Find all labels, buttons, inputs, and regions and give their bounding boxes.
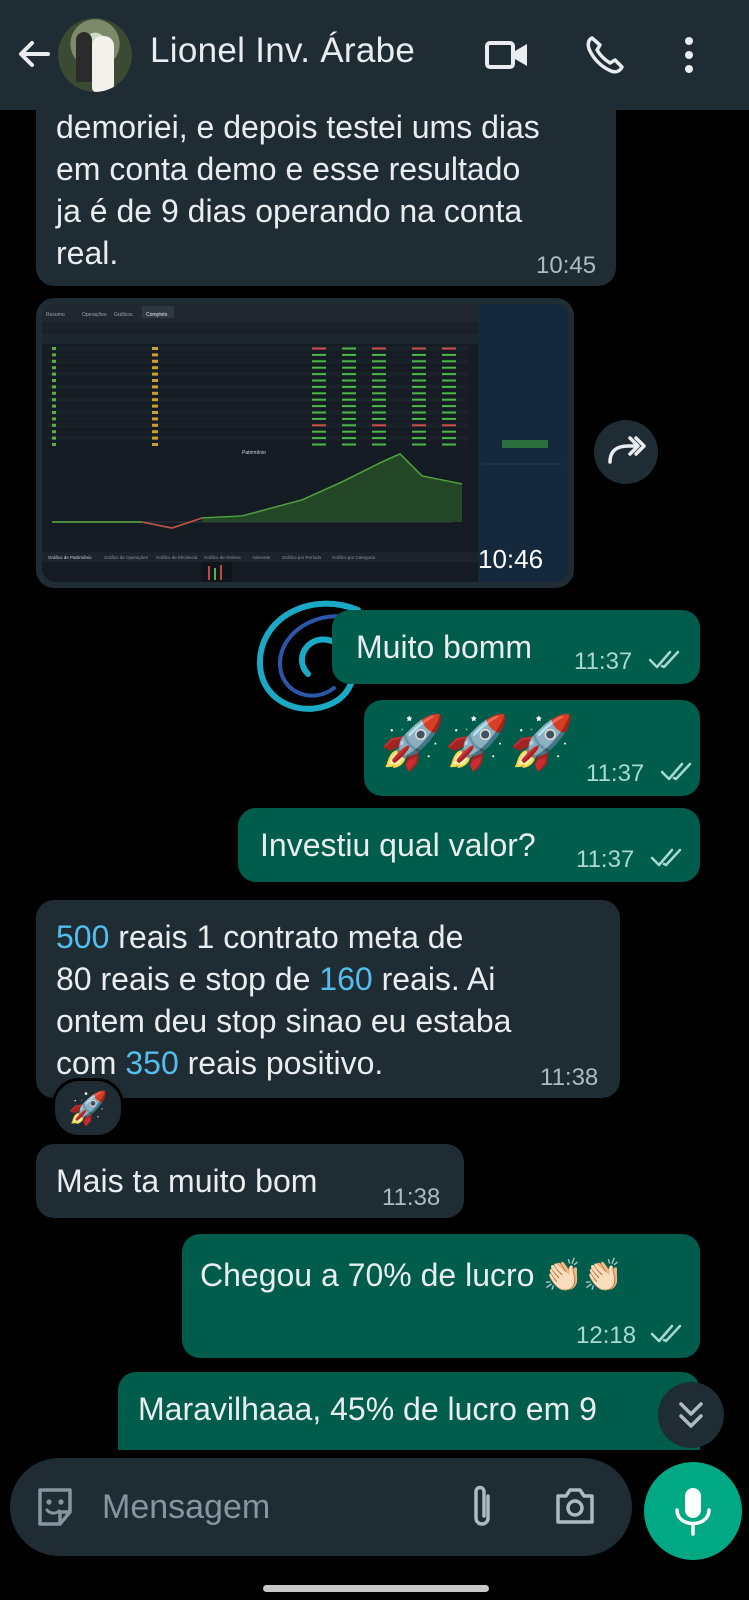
incoming-message[interactable]: demoriei, e depois testei ums dias em co… (36, 110, 616, 286)
chat-header: Lionel Inv. Árabe (0, 0, 749, 110)
message-line: com 350 reais positivo. (56, 1045, 384, 1081)
message-time: 12:18 (576, 1322, 637, 1349)
report-tab: Resumo (46, 312, 65, 318)
report-tab: Gráficos (114, 312, 133, 318)
image-message[interactable]: Resumo Operações Gráficos Completo Patri… (36, 298, 574, 588)
outgoing-message[interactable]: 🚀🚀🚀 11:37 (364, 700, 700, 796)
microphone-button[interactable] (644, 1462, 742, 1560)
message-time: 11:37 (574, 648, 633, 675)
message-line: ja é de 9 dias operando na conta (56, 193, 523, 229)
report-tab: Completo (146, 312, 168, 318)
message-text: Maravilhaaa, 45% de lucro em 9 (138, 1391, 597, 1427)
message-text: Chegou a 70% de lucro 👏🏻👏🏻 (200, 1257, 624, 1293)
message-input[interactable]: Mensagem (102, 1488, 270, 1527)
message-reaction[interactable]: 🚀 (52, 1078, 124, 1138)
video-call-icon[interactable] (484, 32, 530, 78)
forward-icon (608, 436, 646, 464)
number-link[interactable]: 160 (319, 961, 372, 997)
contact-avatar[interactable] (58, 18, 132, 92)
message-line: demoriei, e depois testei ums dias (56, 110, 540, 145)
message-line: 80 reais e stop de 160 reais. Ai (56, 961, 496, 997)
message-input-bar[interactable]: Mensagem (10, 1458, 632, 1556)
microphone-icon (675, 1488, 711, 1536)
report-tab: Operações (82, 312, 107, 318)
contact-name[interactable]: Lionel Inv. Árabe (150, 31, 415, 71)
message-time: 10:45 (536, 252, 597, 279)
attach-icon[interactable] (462, 1482, 502, 1532)
report-bottom-tab: Gráfico de Ordens (204, 555, 242, 560)
forward-button[interactable] (594, 420, 658, 484)
message-line: real. (56, 235, 119, 271)
incoming-message[interactable]: 500 reais 1 contrato meta de 80 reais e … (36, 900, 620, 1098)
report-bottom-tab: Gráfico de Eficiência (156, 555, 198, 560)
report-bottom-tab: Gráfico de Operações (104, 555, 149, 560)
trading-report-screenshot[interactable]: Resumo Operações Gráficos Completo Patri… (42, 304, 568, 582)
message-text: Investiu qual valor? (260, 827, 536, 863)
number-link[interactable]: 350 (125, 1045, 178, 1081)
read-receipt-icon (650, 848, 682, 867)
read-receipt-icon (648, 650, 680, 669)
message-time: 11:37 (586, 760, 645, 787)
chevron-double-down-icon (679, 1402, 703, 1428)
camera-icon[interactable] (552, 1484, 598, 1528)
read-receipt-icon (650, 1324, 682, 1343)
sticker-icon[interactable] (32, 1484, 78, 1530)
message-text: Muito bomm (356, 629, 533, 665)
system-home-indicator[interactable] (263, 1585, 489, 1592)
incoming-message[interactable]: Mais ta muito bom 11:38 (36, 1144, 464, 1218)
report-bottom-tab: Gráfico por Período (282, 555, 322, 560)
message-time: 11:38 (382, 1184, 441, 1211)
read-receipt-icon (660, 762, 692, 781)
number-link[interactable]: 500 (56, 919, 109, 955)
message-line: 500 reais 1 contrato meta de (56, 919, 464, 955)
message-emoji: 🚀🚀🚀 (380, 714, 575, 772)
scroll-to-bottom-button[interactable] (658, 1382, 724, 1448)
outgoing-message[interactable]: Chegou a 70% de lucro 👏🏻👏🏻 12:18 (182, 1234, 700, 1358)
outgoing-message[interactable]: Muito bomm 11:37 (332, 610, 700, 684)
report-bottom-tab: Gráfico por Categoria (332, 555, 376, 560)
message-line: ontem deu stop sinao eu estaba (56, 1003, 512, 1039)
trading-report-image: Resumo Operações Gráficos Completo Patri… (42, 304, 568, 582)
message-line: em conta demo e esse resultado (56, 151, 521, 187)
report-bottom-tab: Gráfico de Patrimônio (48, 555, 92, 560)
report-bottom-tab: Aderente (252, 555, 271, 560)
message-text: Mais ta muito bom (56, 1163, 318, 1199)
report-panel-title: Patrimônio (242, 450, 266, 456)
message-time: 11:37 (576, 846, 635, 873)
chat-area[interactable]: demoriei, e depois testei ums dias em co… (0, 110, 749, 1450)
voice-call-icon[interactable] (582, 32, 628, 78)
back-arrow-icon[interactable] (14, 34, 54, 74)
message-time: 10:46 (478, 544, 544, 574)
outgoing-message[interactable]: Maravilhaaa, 45% de lucro em 9 (118, 1372, 700, 1450)
outgoing-message[interactable]: Investiu qual valor? 11:37 (238, 808, 700, 882)
more-options-icon[interactable] (666, 32, 712, 78)
message-time: 11:38 (540, 1064, 599, 1091)
